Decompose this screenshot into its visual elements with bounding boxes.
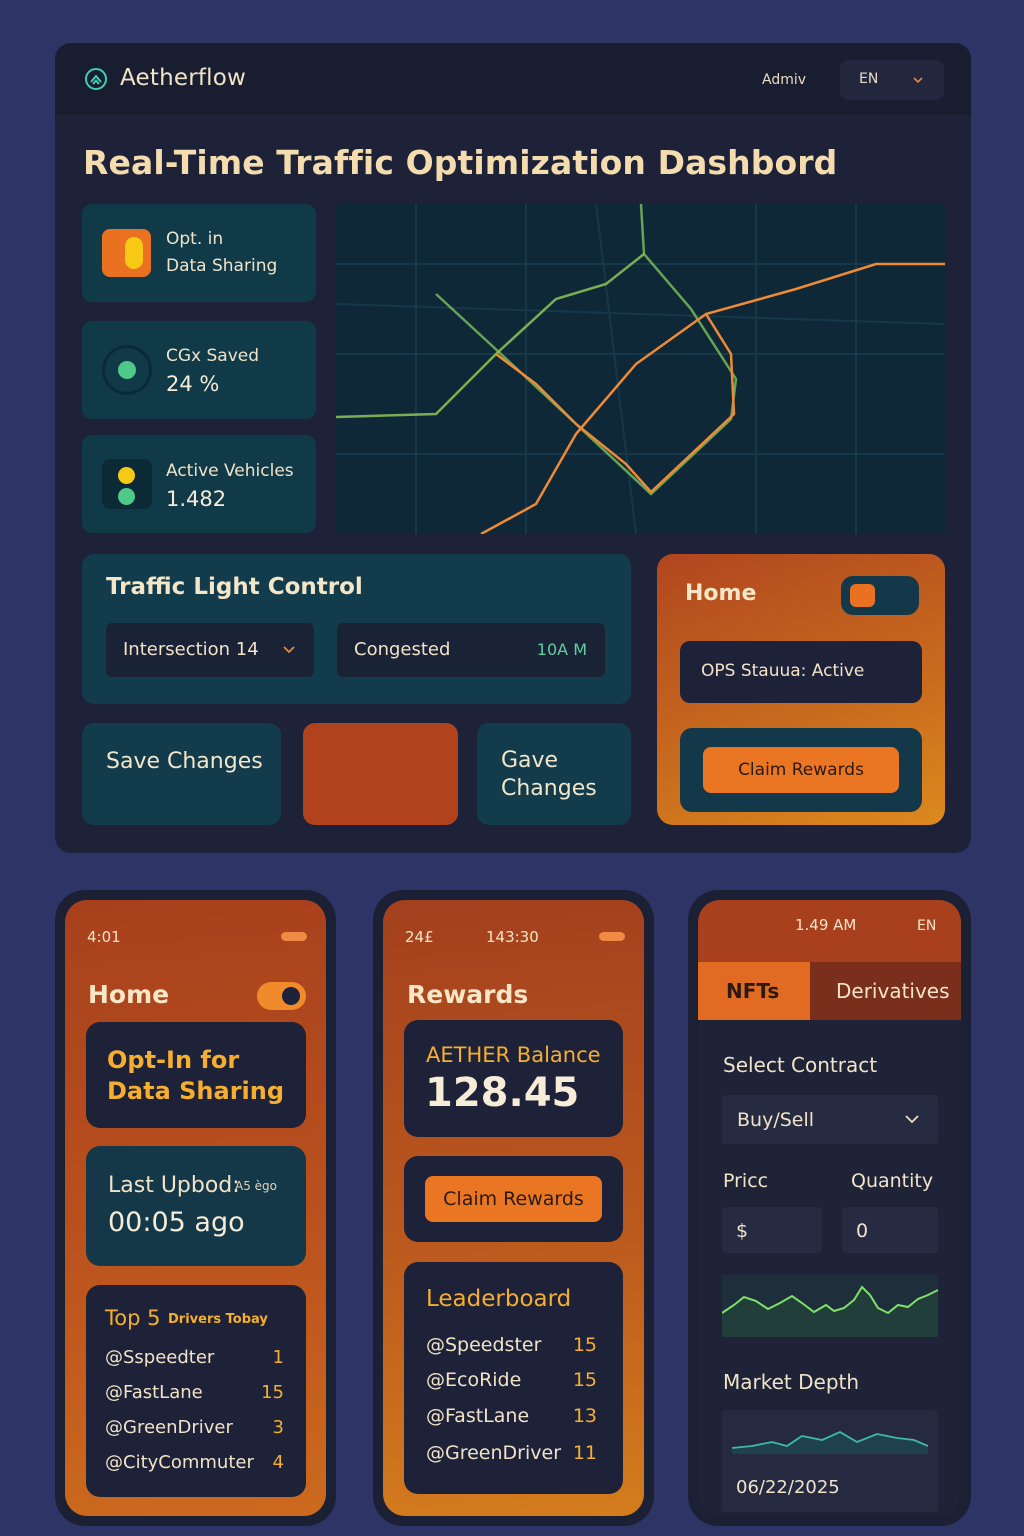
map-roads <box>336 204 945 534</box>
status-time: 143:30 <box>486 928 539 946</box>
status-pill <box>281 932 307 941</box>
ops-status: OPS Stauua: Active <box>680 641 922 703</box>
balance-card: AETHER Balance 128.45 <box>404 1020 623 1137</box>
price-input[interactable]: $ <box>722 1207 822 1253</box>
opt-in-line-2: Data Sharing <box>107 1077 285 1105</box>
opt-in-label-2: Data Sharing <box>166 256 278 276</box>
screen-title: Rewards <box>407 980 529 1009</box>
last-update-value: 00:05 ago <box>108 1207 245 1238</box>
price-label: Pricc <box>723 1170 769 1192</box>
balance-label: AETHER Balance <box>426 1043 601 1067</box>
last-update-card: Last Upbod: A5 ègo 00:05 ago <box>86 1146 306 1266</box>
home-card: Home OPS Stauua: Active Claim Rewards <box>657 554 945 825</box>
home-title: Home <box>685 581 757 606</box>
logo-icon <box>85 68 107 90</box>
price-value: $ <box>736 1220 749 1242</box>
language-select[interactable]: EN <box>840 60 944 100</box>
depth-chart <box>732 1430 928 1454</box>
toggle-icon[interactable] <box>102 229 151 277</box>
tab-nfts[interactable]: NFTs <box>698 962 810 1020</box>
leaderboard-title: Leaderboard <box>426 1286 572 1312</box>
intersection-select[interactable]: Intersection 14 <box>106 623 314 677</box>
claim-rewards-button[interactable]: Claim Rewards <box>425 1176 602 1222</box>
status-pill <box>599 932 625 941</box>
intersection-value: Intersection 14 <box>123 639 259 660</box>
market-depth-label: Market Depth <box>723 1370 860 1394</box>
last-update-label: Last Upbod: <box>108 1173 240 1198</box>
opt-in-label-1: Opt. in <box>166 229 224 249</box>
chevron-down-icon <box>905 1115 919 1124</box>
congestion-status[interactable]: Congested 10A M <box>337 623 605 677</box>
phone-market-screen: 1.49 AM EN NFTs Derivatives Select Contr… <box>698 900 961 1516</box>
co2-value: 24 % <box>166 372 220 396</box>
status-language: EN <box>917 918 937 934</box>
gave-label: Gave Changes <box>501 748 597 801</box>
quantity-value: 0 <box>856 1220 869 1242</box>
phone-home-screen: 4:01 Home Opt-In for Data Sharing Last U… <box>65 900 326 1516</box>
balance-value: 128.45 <box>425 1070 580 1116</box>
congestion-time: 10A M <box>536 640 587 659</box>
ops-status-text: OPS Stauua: Active <box>701 661 865 681</box>
target-icon <box>102 345 152 395</box>
section-title: Traffic Light Control <box>106 574 363 600</box>
vehicles-value: 1.482 <box>166 487 227 511</box>
chevron-down-icon <box>283 646 295 654</box>
contract-select[interactable]: Buy/Sell <box>722 1095 938 1144</box>
status-left: 24£ <box>405 928 434 946</box>
leaderboard-card: Leaderboard @Speedster 15 @EcoRide 15 @Fas… <box>404 1262 623 1494</box>
gave-changes-button[interactable]: Gave Changes <box>477 723 631 825</box>
co2-label: CGx Saved <box>166 346 260 366</box>
contract-value: Buy/Sell <box>737 1109 815 1131</box>
tab-derivatives[interactable]: Derivatives <box>810 962 961 1020</box>
chevron-down-icon <box>913 77 923 84</box>
top-title: Top 5 <box>105 1306 161 1330</box>
vehicles-label: Active Vehicles <box>166 461 294 481</box>
screen-title: Home <box>88 980 170 1009</box>
top-subtitle: Drivers Tobay <box>168 1312 268 1327</box>
save-changes-button[interactable]: Save Changes <box>82 723 281 825</box>
status-time: 1.49 AM <box>795 916 857 934</box>
dashboard-panel: Aetherflow Admiv EN Real-Time Traffic Op… <box>55 43 971 853</box>
brand-name: Aetherflow <box>120 65 247 91</box>
last-update-small: A5 ègo <box>235 1179 277 1193</box>
home-toggle[interactable] <box>257 982 306 1010</box>
congestion-value: Congested <box>354 639 451 660</box>
user-menu[interactable]: Admiv <box>762 72 806 88</box>
claim-panel: Claim Rewards <box>404 1156 623 1242</box>
opt-in-line-1: Opt-In for <box>107 1046 240 1074</box>
phone-home: 4:01 Home Opt-In for Data Sharing Last U… <box>55 890 336 1526</box>
phone-market: 1.49 AM EN NFTs Derivatives Select Contr… <box>688 890 971 1526</box>
market-depth-card: 06/22/2025 <box>722 1410 938 1512</box>
traffic-light-icon <box>102 459 152 509</box>
language-value: EN <box>859 71 879 87</box>
quantity-label: Quantity <box>851 1170 934 1192</box>
top-bar: Aetherflow Admiv EN <box>55 43 971 115</box>
claim-label: Claim Rewards <box>738 760 864 780</box>
action-button[interactable] <box>303 723 458 825</box>
claim-rewards-button[interactable]: Claim Rewards <box>703 747 899 793</box>
phone-rewards: 24£ 143:30 Rewards AETHER Balance 128.45… <box>373 890 654 1526</box>
active-vehicles-card: Active Vehicles 1.482 <box>82 435 316 533</box>
select-contract-label: Select Contract <box>723 1053 878 1077</box>
status-time: 4:01 <box>87 928 121 946</box>
claim-panel: Claim Rewards <box>680 728 922 812</box>
page-title: Real-Time Traffic Optimization Dashbord <box>83 143 838 182</box>
traffic-map[interactable] <box>336 204 945 534</box>
claim-label: Claim Rewards <box>443 1188 584 1210</box>
price-sparkline <box>722 1275 938 1337</box>
phone-rewards-screen: 24£ 143:30 Rewards AETHER Balance 128.45… <box>383 900 644 1516</box>
quantity-input[interactable]: 0 <box>842 1207 938 1253</box>
traffic-light-control: Traffic Light Control Intersection 14 Co… <box>82 554 631 704</box>
top-drivers-card: Top 5 Drivers Tobay @Sspeedter 1 @FastLan… <box>86 1285 306 1497</box>
opt-in-card[interactable]: Opt-In for Data Sharing <box>86 1022 306 1128</box>
home-toggle[interactable] <box>841 576 919 615</box>
save-label: Save Changes <box>106 749 263 774</box>
opt-in-card[interactable]: Opt. in Data Sharing <box>82 204 316 302</box>
date-value: 06/22/2025 <box>736 1477 840 1498</box>
co2-saved-card: CGx Saved 24 % <box>82 321 316 419</box>
